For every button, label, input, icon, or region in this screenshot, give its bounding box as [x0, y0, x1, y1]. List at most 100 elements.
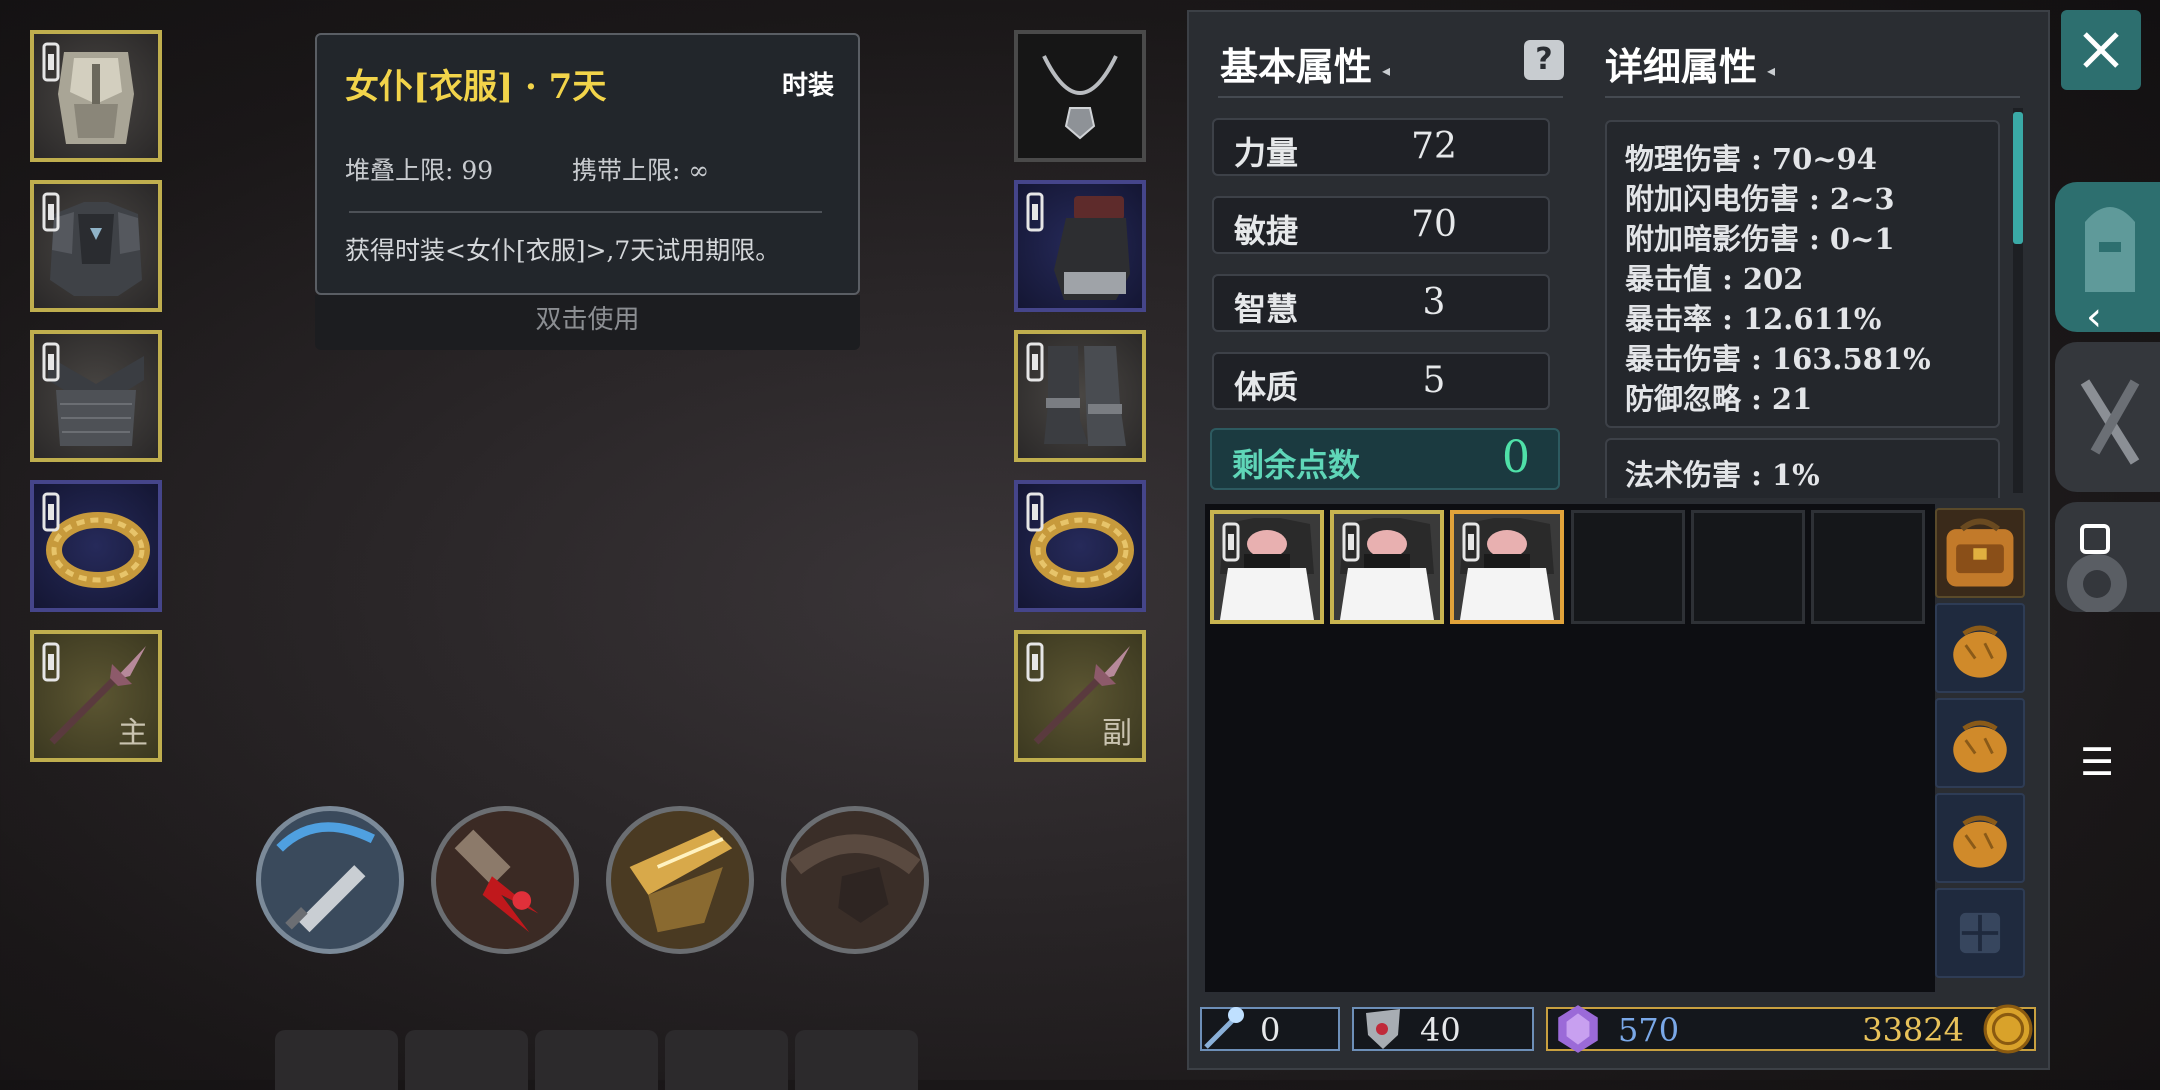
hotbar-slot-4[interactable]: [665, 1030, 788, 1090]
main-hand-tag: 主: [118, 716, 148, 751]
tab-equipment[interactable]: [2055, 182, 2160, 332]
tooltip-divider: [349, 211, 822, 213]
detail-line: 附加闪电伤害 : 2~3: [1625, 182, 1895, 216]
lock-icon: [1026, 642, 1044, 682]
menu-icon[interactable]: ☰: [2080, 740, 2114, 784]
remaining-points: 剩余点数 0: [1210, 428, 1560, 490]
shield-value: 40: [1420, 1011, 1461, 1049]
stat-strength: 力量 72: [1212, 118, 1550, 176]
helmet-tab-icon: [2085, 207, 2135, 292]
currency-shield: 40: [1352, 1007, 1534, 1051]
remaining-points-value: 0: [1502, 432, 1530, 483]
crossed-swords-icon: [2080, 379, 2140, 465]
inventory-slot-empty[interactable]: [1571, 510, 1685, 624]
tab-skills[interactable]: [2055, 342, 2160, 492]
skill-strike[interactable]: [431, 806, 579, 954]
basic-attributes-header: 基本属性 ◂: [1220, 36, 1390, 91]
detail-line: 法术伤害 : 1%: [1625, 458, 1820, 492]
inventory-slot-empty[interactable]: [1811, 510, 1925, 624]
gold-coin-icon: [1983, 1004, 2033, 1054]
divider: [1605, 96, 2020, 98]
wand-icon: [1204, 1007, 1244, 1049]
tab-settings[interactable]: [2055, 502, 2160, 614]
equip-slot-necklace[interactable]: [1014, 30, 1146, 162]
lock-icon: [42, 492, 60, 532]
lock-icon: [42, 342, 60, 382]
equip-slot-off-weapon[interactable]: 副: [1014, 630, 1146, 762]
kick-skill-icon: [789, 834, 921, 923]
crystal-icon: [1558, 1005, 1598, 1053]
inventory-slot-empty[interactable]: [1691, 510, 1805, 624]
lock-icon: [1222, 522, 1240, 562]
bag-slot-pouch-3[interactable]: [1935, 793, 2025, 883]
tooltip-description: 获得时装<女仆[衣服]>,7天试用期限。: [345, 236, 781, 265]
detail-line: 附加暗影伤害 : 0~1: [1625, 222, 1895, 256]
equip-slot-gloves[interactable]: [1014, 180, 1146, 312]
sword-skill-icon: [276, 822, 375, 933]
home-square-icon[interactable]: [2080, 524, 2110, 554]
detailed-stats-box-2: 法术伤害 : 1%: [1605, 438, 2000, 498]
equip-slot-legs[interactable]: [30, 330, 162, 462]
stat-agility: 敏捷 70: [1212, 196, 1550, 254]
close-button[interactable]: [2061, 10, 2141, 90]
empty-bag-icon: [1959, 912, 2001, 954]
detail-line: 暴击率 : 12.611%: [1625, 302, 1882, 336]
inventory-slot-maid-outfit-3[interactable]: [1450, 510, 1564, 624]
detailed-attributes-title: 详细属性: [1605, 44, 1758, 89]
help-icon[interactable]: ?: [1524, 40, 1564, 80]
hotbar-slot-5[interactable]: [795, 1030, 918, 1090]
bag-slot-backpack[interactable]: [1935, 508, 2025, 598]
detail-line: 物理伤害 : 70~94: [1625, 142, 1877, 176]
equip-slot-main-weapon[interactable]: 主: [30, 630, 162, 762]
wand-value: 0: [1260, 1011, 1281, 1049]
carry-limit: 携带上限: ∞: [572, 156, 710, 185]
pouch-icon: [1953, 625, 2007, 678]
equip-slot-boots[interactable]: [1014, 330, 1146, 462]
double-click-use-hint[interactable]: 双击使用: [315, 295, 860, 350]
gold-value: 33824: [1862, 1011, 1964, 1049]
necklace-icon: [1042, 55, 1118, 140]
charge-skill-icon: [629, 829, 733, 933]
item-tooltip: 女仆[衣服] · 7天 时装 堆叠上限: 99 携带上限: ∞ 获得时装<女仆[…: [315, 33, 860, 295]
lock-icon: [42, 642, 60, 682]
bag-slot-empty[interactable]: [1935, 888, 2025, 978]
gear-icon: [2067, 554, 2127, 614]
stat-label: 体质: [1234, 368, 1299, 406]
hotbar-slot-3[interactable]: [535, 1030, 658, 1090]
inventory-slot-maid-outfit-2[interactable]: [1330, 510, 1444, 624]
bag-slot-pouch-1[interactable]: [1935, 603, 2025, 693]
currency-wand: 0: [1200, 1007, 1340, 1051]
backpack-icon: [1946, 518, 2014, 587]
bag-slot-pouch-2[interactable]: [1935, 698, 2025, 788]
currency-wallet: 570 33824: [1546, 1004, 2036, 1054]
back-chevron-icon[interactable]: ‹: [2086, 294, 2102, 340]
triangle-icon: ◂: [1767, 61, 1776, 80]
equip-slot-helmet[interactable]: [30, 30, 162, 162]
off-hand-tag: 副: [1102, 716, 1132, 751]
lock-icon: [42, 42, 60, 82]
detail-line: 暴击伤害 : 163.581%: [1625, 342, 1931, 376]
skill-charge[interactable]: [606, 806, 754, 954]
inventory-slot-maid-outfit-1[interactable]: [1210, 510, 1324, 624]
stat-label: 力量: [1234, 134, 1299, 172]
tooltip-title: 女仆[衣服] · 7天: [345, 67, 607, 107]
close-icon: [2083, 32, 2119, 68]
equip-slot-chest[interactable]: [30, 180, 162, 312]
skill-kick[interactable]: [781, 806, 929, 954]
skill-slash[interactable]: [256, 806, 404, 954]
tooltip-item-type: 时装: [781, 71, 834, 101]
detailed-attributes-header: 详细属性 ◂: [1605, 36, 1775, 91]
stat-wisdom: 智慧 3: [1212, 274, 1550, 332]
shield-icon: [1366, 1009, 1400, 1049]
hotbar-slot-1[interactable]: [275, 1030, 398, 1090]
pouch-icon: [1953, 720, 2007, 773]
divider: [1218, 96, 1563, 98]
hotbar-slot-2[interactable]: [405, 1030, 528, 1090]
lock-icon: [1342, 522, 1360, 562]
stat-value: 3: [1422, 282, 1446, 323]
equip-slot-ring-2[interactable]: [1014, 480, 1146, 612]
detail-scrollbar-thumb[interactable]: [2013, 112, 2023, 244]
stack-limit: 堆叠上限: 99: [345, 156, 494, 185]
equip-slot-ring[interactable]: [30, 480, 162, 612]
crystal-value: 570: [1618, 1011, 1680, 1049]
